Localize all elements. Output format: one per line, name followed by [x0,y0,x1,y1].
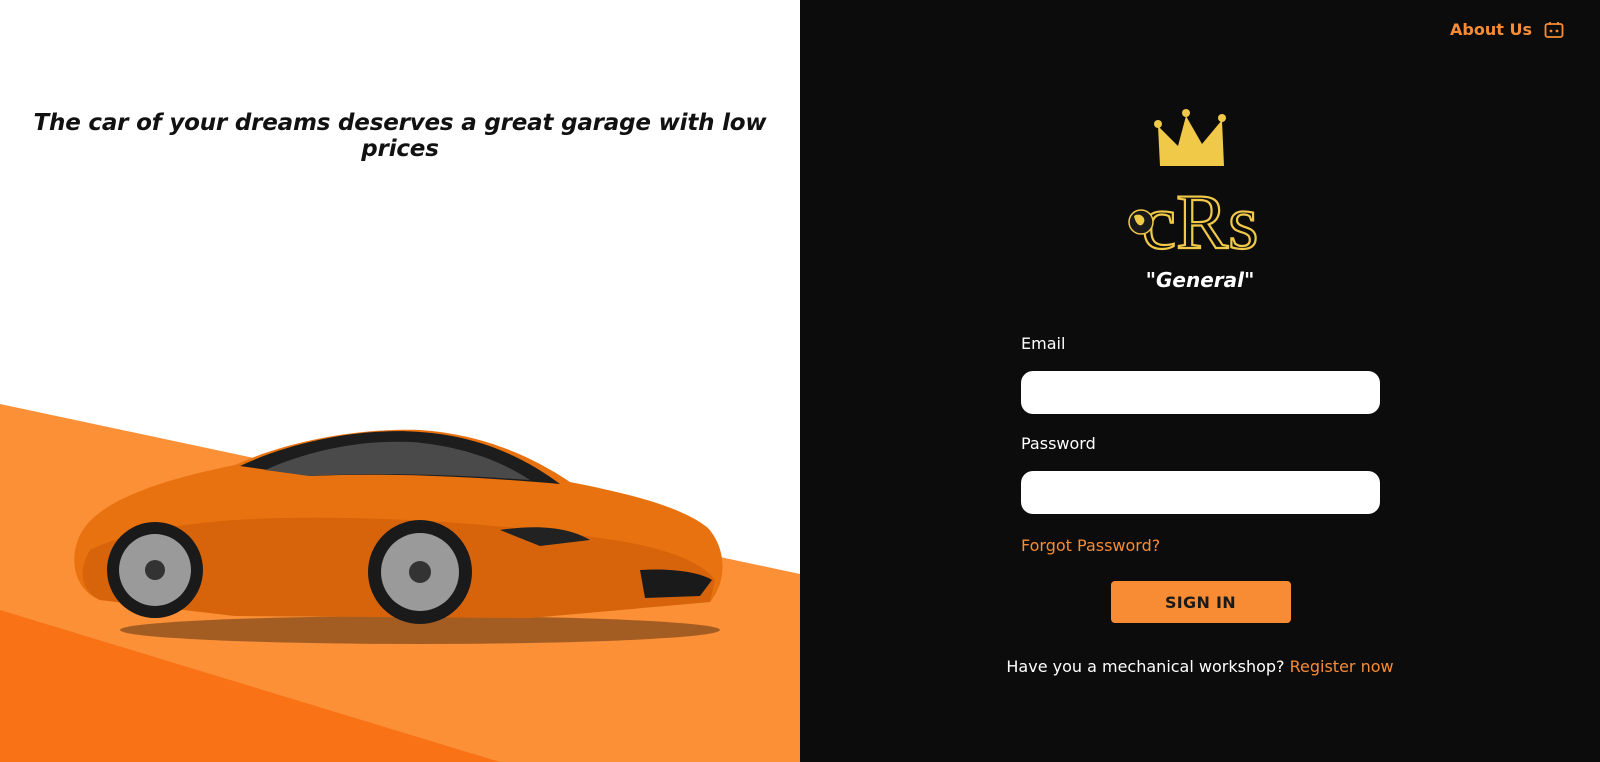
email-input[interactable] [1021,371,1380,414]
register-now-link[interactable]: Register now [1290,657,1394,676]
register-prompt: Have you a mechanical workshop? [1006,657,1285,676]
crown-icon [1154,109,1226,166]
password-label: Password [1021,434,1096,453]
email-label: Email [1021,334,1066,353]
crs-logo: cRs [1128,109,1260,260]
forgot-password-link[interactable]: Forgot Password? [1021,536,1160,555]
login-form: Email Password Forgot Password? SIGN IN [1021,334,1380,623]
brand-subtitle: "General" [1145,268,1255,292]
globe-icon [1128,209,1154,235]
id-card-icon [1544,21,1564,38]
rear-wheel [107,522,203,618]
logo-text: cRs [1142,178,1259,260]
sign-in-button[interactable]: SIGN IN [1110,581,1291,623]
about-us-link[interactable]: About Us [1450,20,1564,39]
register-prompt-line: Have you a mechanical workshop? Register… [800,657,1600,676]
sports-car-image [74,429,723,644]
front-wheel [368,520,472,624]
login-panel: About Us cRs "General" Email Password Fo… [800,0,1600,762]
password-input[interactable] [1021,471,1380,514]
about-us-label: About Us [1450,20,1532,39]
hero-panel: The car of your dreams deserves a great … [0,0,800,762]
